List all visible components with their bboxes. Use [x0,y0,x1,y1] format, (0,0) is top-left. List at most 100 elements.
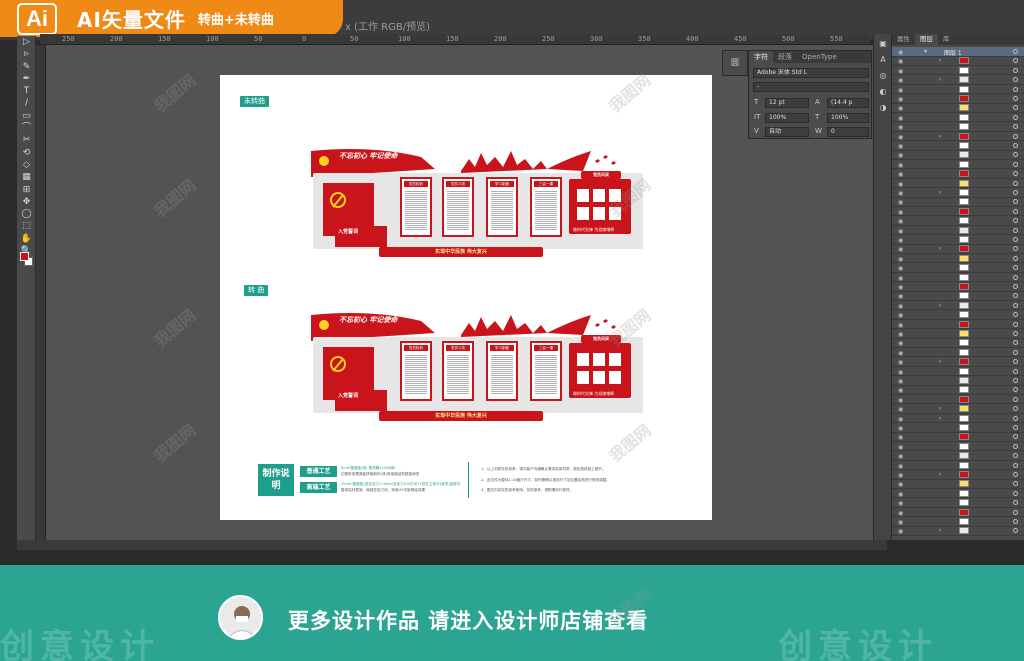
visibility-eye-icon[interactable]: ◉ [898,246,903,253]
visibility-eye-icon[interactable]: ◉ [898,491,903,498]
target-circle-icon[interactable] [1013,49,1018,54]
visibility-eye-icon[interactable]: ◉ [898,152,903,159]
target-circle-icon[interactable] [1013,58,1018,64]
visibility-eye-icon[interactable]: ◉ [898,190,903,197]
layer-row[interactable]: ◉ [892,263,1024,273]
target-circle-icon[interactable] [1013,500,1018,506]
visibility-eye-icon[interactable]: ◉ [898,237,903,244]
target-circle-icon[interactable] [1013,340,1018,346]
layer-row[interactable]: ◉ [892,517,1024,527]
visibility-eye-icon[interactable]: ◉ [898,143,903,150]
visibility-eye-icon[interactable]: ◉ [898,181,903,188]
tool-6-icon[interactable]: ▭ [17,110,36,122]
layer-row[interactable]: ◉ [892,66,1024,76]
visibility-eye-icon[interactable]: ◉ [898,434,903,441]
layer-row[interactable]: ◉ [892,451,1024,461]
visibility-eye-icon[interactable]: ◉ [898,96,903,103]
layer-row[interactable]: ◉ [892,376,1024,386]
target-circle-icon[interactable] [1013,180,1018,186]
visibility-eye-icon[interactable]: ◉ [898,171,903,178]
tab-properties[interactable]: 属性 [892,34,915,45]
visibility-eye-icon[interactable]: ◉ [898,340,903,347]
target-circle-icon[interactable] [1013,434,1018,440]
layer-row[interactable]: ◉ › [892,470,1024,480]
target-circle-icon[interactable] [1013,114,1018,120]
target-circle-icon[interactable] [1013,199,1018,205]
vertical-ruler[interactable] [36,45,46,540]
visibility-eye-icon[interactable]: ◉ [898,105,903,112]
visibility-eye-icon[interactable]: ◉ [898,397,903,404]
visibility-eye-icon[interactable]: ◉ [898,350,903,357]
horizontal-scale-field[interactable]: 100% [827,113,869,123]
target-circle-icon[interactable] [1013,133,1018,139]
layer-row[interactable]: ◉ [892,179,1024,189]
font-family-select[interactable]: Adobe 宋体 Std L [753,68,869,78]
tool-7-icon[interactable]: ⌒ [17,122,36,134]
layer-row[interactable]: ◉ › [892,56,1024,66]
visibility-eye-icon[interactable]: ◉ [898,293,903,300]
target-circle-icon[interactable] [1013,237,1018,242]
tab-opentype[interactable]: OpenType [797,51,842,63]
layer-row[interactable]: ◉ [892,310,1024,320]
expand-arrow-icon[interactable]: › [939,302,941,309]
expand-arrow-icon[interactable]: ▾ [924,48,927,55]
artboard[interactable] [220,75,712,520]
layer-row[interactable]: ◉ [892,197,1024,207]
target-circle-icon[interactable] [1013,472,1018,477]
layer-row[interactable]: ◉ › [892,526,1024,536]
dock-tool-1-icon[interactable]: A [874,52,892,68]
visibility-eye-icon[interactable]: ◉ [898,453,903,460]
tool-0-icon[interactable]: ▷ [17,36,36,48]
font-size-field[interactable]: 12 pt [765,98,809,108]
expand-arrow-icon[interactable]: › [939,189,941,196]
visibility-eye-icon[interactable]: ◉ [898,500,903,507]
target-circle-icon[interactable] [1013,312,1018,318]
target-circle-icon[interactable] [1013,124,1018,130]
layer-row[interactable]: ◉ [892,395,1024,405]
visibility-eye-icon[interactable]: ◉ [898,162,903,169]
target-circle-icon[interactable] [1013,406,1018,412]
expand-arrow-icon[interactable]: › [939,245,941,252]
target-circle-icon[interactable] [1013,302,1018,308]
target-circle-icon[interactable] [1013,86,1018,92]
layer-row[interactable]: ◉ [892,207,1024,217]
target-circle-icon[interactable] [1013,274,1018,280]
target-circle-icon[interactable] [1013,255,1018,261]
visibility-eye-icon[interactable]: ◉ [898,312,903,319]
layer-row[interactable]: ◉ [892,291,1024,301]
target-circle-icon[interactable] [1013,246,1018,252]
font-style-select[interactable]: - [753,82,869,92]
tool-10-icon[interactable]: ◇ [17,159,36,171]
layer-row[interactable]: ◉ [892,385,1024,395]
target-circle-icon[interactable] [1013,171,1018,177]
tracking-field[interactable]: 0 [827,127,869,137]
expand-arrow-icon[interactable]: › [939,471,941,478]
tool-2-icon[interactable]: ✎ [17,61,36,73]
tool-3-icon[interactable]: ✒ [17,73,36,85]
visibility-eye-icon[interactable]: ◉ [898,284,903,291]
layer-row[interactable]: ◉ [892,432,1024,442]
expand-arrow-icon[interactable]: › [939,133,941,140]
visibility-eye-icon[interactable]: ◉ [898,463,903,470]
target-circle-icon[interactable] [1013,208,1018,214]
target-circle-icon[interactable] [1013,415,1018,421]
layer-row[interactable]: ◉ › [892,414,1024,424]
visibility-eye-icon[interactable]: ◉ [898,359,903,366]
layer-row[interactable]: ◉ [892,85,1024,95]
fill-swatch[interactable] [20,252,29,261]
tool-16-icon[interactable]: ✋ [17,233,36,245]
banner-text[interactable]: 更多设计作品 请进入设计师店铺查看 [288,605,648,635]
visibility-eye-icon[interactable]: ◉ [898,49,903,56]
designer-avatar[interactable] [218,595,263,640]
expand-arrow-icon[interactable]: › [939,527,941,534]
visibility-eye-icon[interactable]: ◉ [898,124,903,131]
layer-row[interactable]: ◉ [892,489,1024,499]
visibility-eye-icon[interactable]: ◉ [898,378,903,385]
visibility-eye-icon[interactable]: ◉ [898,199,903,206]
layer-row[interactable]: ◉ [892,273,1024,283]
tab-character[interactable]: 字符 [749,51,773,63]
layer-row[interactable]: ◉ › [892,132,1024,142]
tool-12-icon[interactable]: ⊞ [17,184,36,196]
tool-1-icon[interactable]: ▹ [17,48,36,60]
culture-wall-unconverted[interactable]: 不忘初心 牢记使命 入党誓词 党员风采 做时代先锋 为党旗增辉 实现中华民族 伟… [311,147,643,262]
